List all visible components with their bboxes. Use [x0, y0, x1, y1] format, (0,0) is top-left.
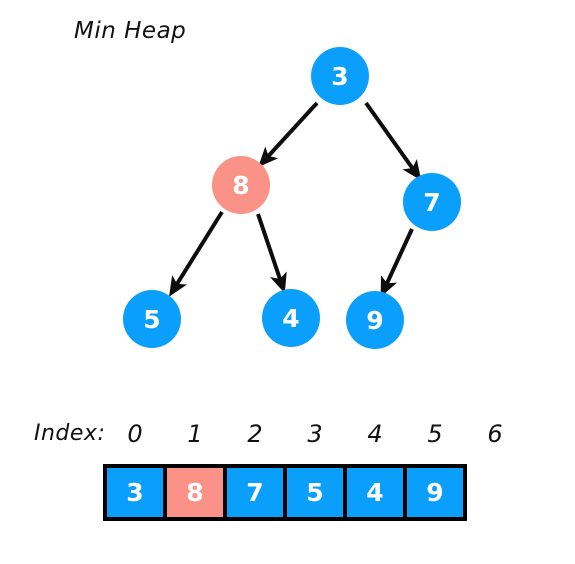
index-number-2: 2: [247, 420, 263, 448]
array-cell-4[interactable]: 4: [343, 464, 407, 521]
index-number-5: 5: [427, 420, 443, 448]
tree-node-7[interactable]: 7: [403, 173, 461, 231]
tree-edge-n1-to-n3: [169, 210, 224, 297]
array-cell-2[interactable]: 7: [223, 464, 287, 521]
tree-node-5[interactable]: 5: [123, 290, 181, 348]
tree-node-3[interactable]: 3: [311, 47, 369, 105]
index-number-3: 3: [307, 420, 323, 448]
tree-edge-n2-to-n5: [380, 228, 414, 298]
index-number-1: 1: [187, 420, 203, 448]
array-cell-1[interactable]: 8: [163, 464, 227, 521]
tree-node-8[interactable]: 8: [212, 156, 270, 214]
tree-edge-n0-to-n1: [258, 101, 319, 168]
tree-node-4[interactable]: 4: [262, 289, 320, 347]
index-number-4: 4: [367, 420, 383, 448]
array-cell-0[interactable]: 3: [103, 464, 167, 521]
index-label: Index:: [34, 421, 106, 446]
array-cell-5[interactable]: 9: [403, 464, 467, 521]
tree-edge-n1-to-n4: [256, 213, 287, 294]
array-row: 387549: [103, 464, 467, 521]
index-number-0: 0: [127, 420, 143, 448]
array-cell-3[interactable]: 5: [283, 464, 347, 521]
tree-node-9[interactable]: 9: [346, 291, 404, 349]
tree-edge-n0-to-n2: [364, 101, 422, 181]
index-number-6: 6: [487, 420, 503, 448]
heap-diagram-canvas: Min Heap 387549 Index: 0123456 387549: [0, 0, 575, 564]
